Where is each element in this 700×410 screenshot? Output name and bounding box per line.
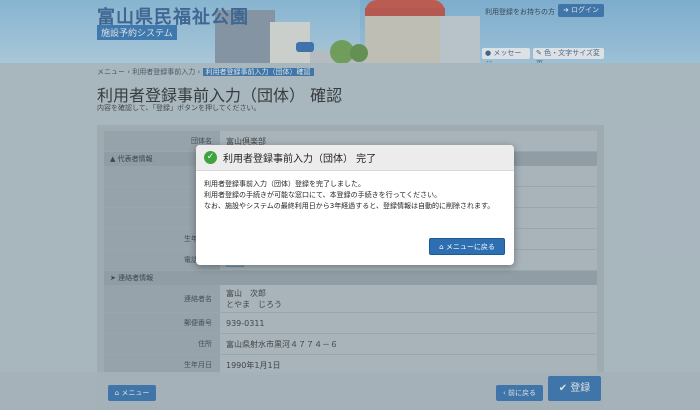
dialog-title: 利用者登録事前入力（団体） 完了	[223, 154, 377, 165]
dialog-message-line: なお、施設やシステムの最終利用日から3年経過すると、登録情報は自動的に削除されま…	[204, 202, 495, 210]
dialog-message-line: 利用者登録の手続きが可能な窓口にて、本登録の手続きを行ってください。	[204, 191, 442, 199]
dialog-message-line: 利用者登録事前入力（団体）登録を完了しました。	[204, 180, 365, 188]
return-to-menu-label: メニューに戻る	[445, 243, 495, 251]
return-to-menu-button[interactable]: ⌂ メニューに戻る	[429, 238, 505, 255]
dialog-body: 利用者登録事前入力（団体）登録を完了しました。 利用者登録の手続きが可能な窓口に…	[196, 171, 514, 212]
check-circle-icon: ✓	[204, 151, 217, 164]
home-icon: ⌂	[439, 243, 444, 251]
completion-dialog: ✓ 利用者登録事前入力（団体） 完了 利用者登録事前入力（団体）登録を完了しまし…	[196, 145, 514, 265]
dialog-header: ✓ 利用者登録事前入力（団体） 完了	[196, 145, 514, 171]
